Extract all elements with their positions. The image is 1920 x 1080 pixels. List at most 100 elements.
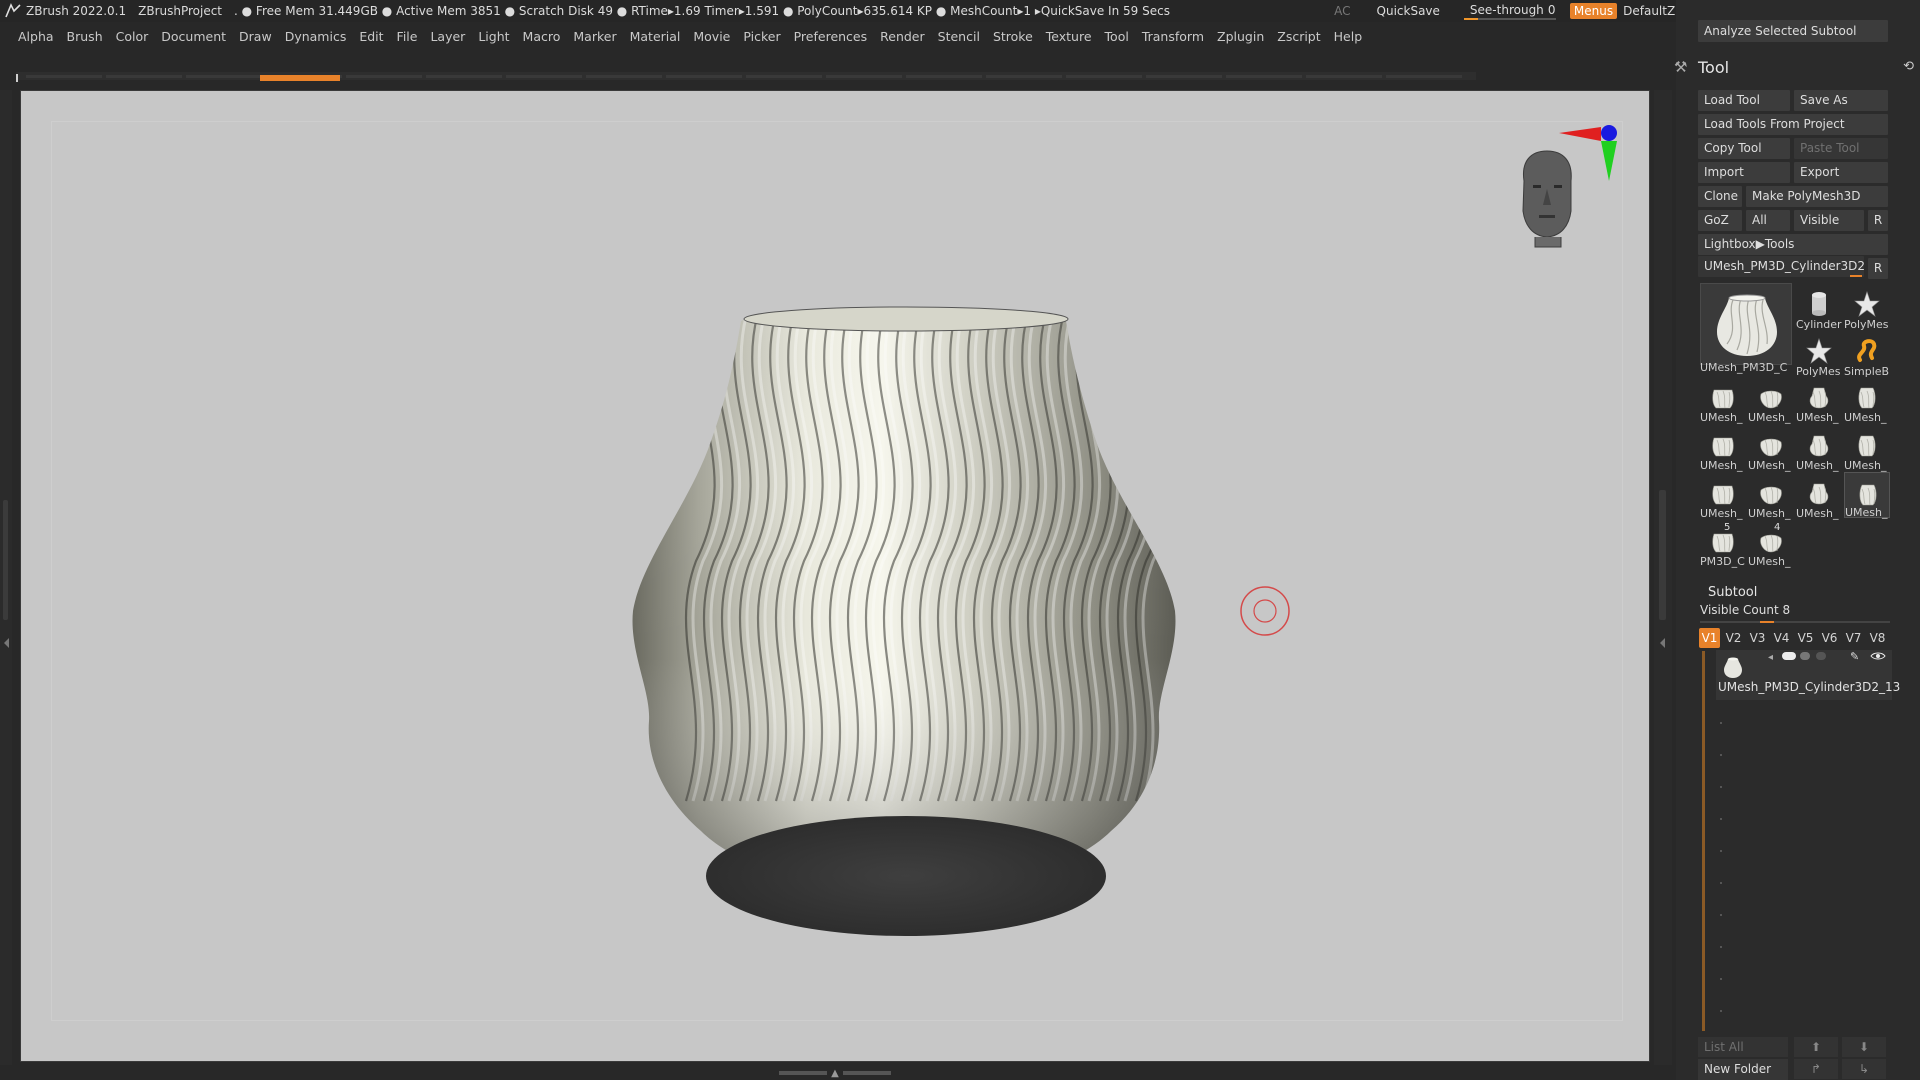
shelf-slot[interactable] (346, 75, 422, 78)
visibility-set-v8[interactable]: V8 (1867, 628, 1888, 648)
menu-marker[interactable]: Marker (573, 29, 616, 44)
menu-macro[interactable]: Macro (523, 29, 561, 44)
canvas-viewport[interactable] (20, 90, 1650, 1062)
tool-thumb-umesh[interactable]: UMesh_ 4 (1748, 520, 1794, 568)
right-tray-handle[interactable] (1659, 490, 1666, 620)
right-tray-arrow-icon[interactable] (1660, 638, 1665, 648)
shelf-slot[interactable] (186, 75, 262, 78)
tool-thumb-umesh[interactable]: PM3D_C 5 (1700, 520, 1746, 568)
menu-document[interactable]: Document (161, 29, 226, 44)
menu-texture[interactable]: Texture (1046, 29, 1092, 44)
menu-color[interactable]: Color (116, 29, 149, 44)
subtool-subpalette-header[interactable]: Subtool (1698, 583, 1888, 603)
menu-tool[interactable]: Tool (1105, 29, 1129, 44)
shelf-slot[interactable] (986, 75, 1062, 78)
shelf-slot[interactable] (26, 75, 102, 78)
menu-light[interactable]: Light (478, 29, 509, 44)
shelf-slot[interactable] (1386, 75, 1462, 78)
visibility-set-v2[interactable]: V2 (1723, 628, 1744, 648)
visible-count-slider[interactable]: Visible Count 8 (1700, 603, 1890, 623)
goz-button[interactable]: GoZ (1698, 210, 1742, 231)
tool-thumb-umesh[interactable]: UMesh_ (1700, 472, 1746, 520)
tool-thumb-umesh[interactable]: UMesh_ (1796, 376, 1842, 424)
save-as-button[interactable]: Save As (1794, 90, 1888, 111)
folder-arrow-icon[interactable]: ↳ (1842, 1059, 1886, 1079)
menu-draw[interactable]: Draw (239, 29, 272, 44)
folder-action-icon[interactable]: ↱ (1794, 1059, 1838, 1079)
subtool-list[interactable] (1702, 651, 1890, 1031)
tool-thumb-umesh[interactable]: UMesh_ (1748, 472, 1794, 520)
visibility-set-v4[interactable]: V4 (1771, 628, 1792, 648)
left-tray-handle[interactable] (3, 500, 8, 620)
visibility-set-v7[interactable]: V7 (1843, 628, 1864, 648)
menu-zplugin[interactable]: Zplugin (1217, 29, 1264, 44)
shelf-slot[interactable] (666, 75, 742, 78)
visibility-set-v6[interactable]: V6 (1819, 628, 1840, 648)
vase-model[interactable] (21, 91, 1650, 1062)
tool-thumb-umesh[interactable]: UMesh_ (1844, 376, 1890, 424)
tool-thumb-umesh[interactable]: UMesh_ (1796, 472, 1842, 520)
tool-thumb-cylinder[interactable]: Cylinder (1796, 283, 1842, 331)
menu-dynamics[interactable]: Dynamics (285, 29, 347, 44)
shelf-slot[interactable] (586, 75, 662, 78)
visibility-set-v1[interactable]: V1 (1699, 628, 1720, 648)
menu-render[interactable]: Render (880, 29, 925, 44)
menu-edit[interactable]: Edit (359, 29, 383, 44)
menu-zscript[interactable]: Zscript (1277, 29, 1320, 44)
brush-edit-icon[interactable]: ✎ (1850, 650, 1859, 663)
shelf-slot[interactable] (1306, 75, 1382, 78)
active-tool-thumbnail[interactable] (1700, 283, 1792, 365)
load-tool-button[interactable]: Load Tool (1698, 90, 1790, 111)
subtool-mask-toggle-icon[interactable] (1816, 652, 1826, 660)
subtool-fill-toggle-icon[interactable] (1800, 652, 1810, 660)
tool-thumb-umesh[interactable]: UMesh_ (1700, 376, 1746, 424)
shelf-slot[interactable] (506, 75, 582, 78)
tool-thumb-umesh[interactable]: UMesh_ (1796, 424, 1842, 472)
move-down-arrow-icon[interactable]: ⬇ (1842, 1037, 1886, 1057)
new-folder-button[interactable]: New Folder (1698, 1059, 1788, 1080)
shelf-slot[interactable] (906, 75, 982, 78)
tool-thumb-umesh[interactable]: UMesh_ (1844, 472, 1890, 519)
shelf-slot[interactable] (106, 75, 182, 78)
goz-r-button[interactable]: R (1868, 210, 1888, 231)
make-polymesh3d-button[interactable]: Make PolyMesh3D (1746, 186, 1888, 207)
tool-thumb-polymes[interactable]: PolyMes (1844, 283, 1890, 331)
left-tray-arrow-icon[interactable] (4, 638, 9, 648)
copy-tool-button[interactable]: Copy Tool (1698, 138, 1790, 159)
refresh-icon[interactable]: ⟲ (1903, 59, 1914, 74)
tool-thumb-umesh[interactable]: UMesh_ (1700, 424, 1746, 472)
tool-thumb-umesh[interactable]: UMesh_ (1748, 424, 1794, 472)
menu-stencil[interactable]: Stencil (938, 29, 980, 44)
menu-help[interactable]: Help (1334, 29, 1363, 44)
tool-thumb-umesh[interactable]: UMesh_ (1844, 424, 1890, 472)
tool-thumb-umesh[interactable]: UMesh_ (1748, 376, 1794, 424)
menu-movie[interactable]: Movie (693, 29, 730, 44)
move-up-arrow-icon[interactable]: ⬆ (1794, 1037, 1838, 1057)
quicksave-button[interactable]: QuickSave (1377, 4, 1440, 18)
shelf-slot[interactable] (1226, 75, 1302, 78)
left-tray-rail[interactable] (0, 90, 12, 1065)
menu-transform[interactable]: Transform (1142, 29, 1204, 44)
menu-layer[interactable]: Layer (430, 29, 465, 44)
visibility-eye-icon[interactable] (1870, 651, 1886, 661)
ac-toggle[interactable]: AC (1334, 4, 1350, 18)
bottom-tray-handle[interactable]: ▲ (770, 1068, 900, 1079)
tool-thumb-polymes[interactable]: PolyMes (1796, 330, 1842, 378)
menu-alpha[interactable]: Alpha (18, 29, 54, 44)
shelf-slot[interactable] (826, 75, 902, 78)
subtool-polypaint-toggle-icon[interactable] (1782, 652, 1796, 660)
head-navigator-icon[interactable] (1522, 150, 1572, 248)
goz-visible-button[interactable]: Visible (1794, 210, 1864, 231)
list-all-button[interactable]: List All (1698, 1037, 1788, 1057)
clone-button[interactable]: Clone (1698, 186, 1742, 207)
current-tool-slider[interactable]: UMesh_PM3D_Cylinder3D2_1 (1698, 256, 1864, 277)
load-tools-from-project-button[interactable]: Load Tools From Project (1698, 114, 1888, 135)
see-through-slider[interactable]: See-through 0 (1463, 2, 1556, 20)
paste-tool-button[interactable]: Paste Tool (1794, 138, 1888, 159)
tool-palette-header[interactable]: ⚒ Tool ⟲ (1670, 56, 1920, 80)
visibility-set-v3[interactable]: V3 (1747, 628, 1768, 648)
analyze-subtool-button[interactable]: Analyze Selected Subtool (1698, 20, 1888, 42)
subtool-item[interactable]: ◂ ✎ UMesh_PM3D_Cylinder3D2_13 (1716, 650, 1900, 700)
import-button[interactable]: Import (1698, 162, 1790, 183)
menus-toggle[interactable]: Menus (1569, 3, 1618, 19)
